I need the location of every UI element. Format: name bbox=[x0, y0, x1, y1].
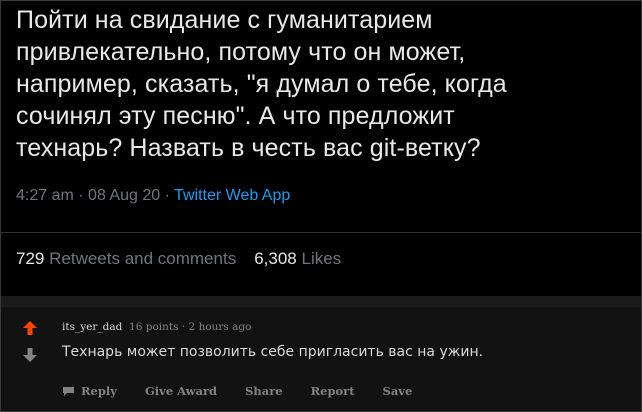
image-border bbox=[0, 0, 642, 412]
